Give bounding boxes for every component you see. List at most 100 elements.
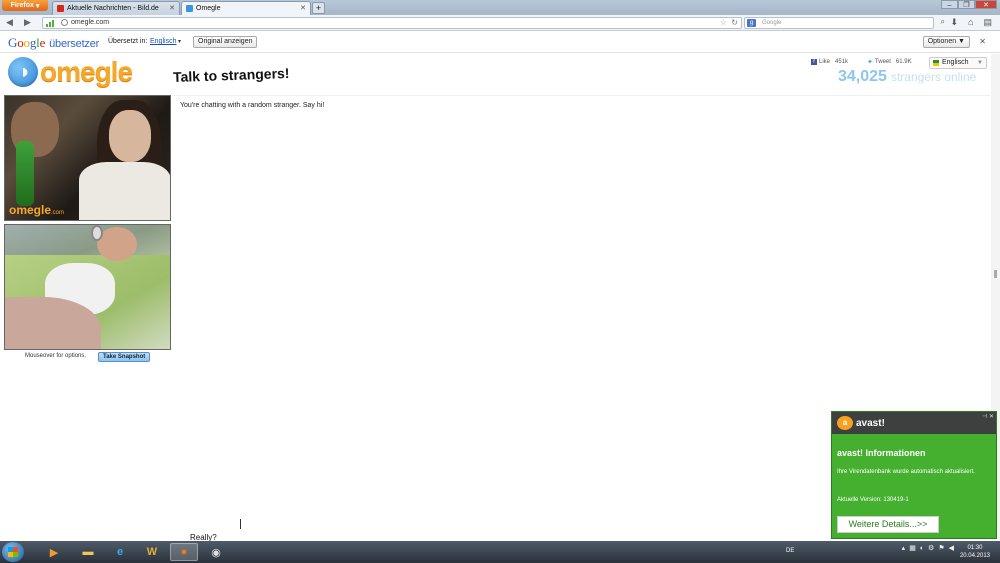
avast-notification: a avast! ⊣ ✕ avast! Informationen Ihre V… <box>831 411 997 539</box>
signal-bars-icon <box>46 20 56 27</box>
own-video[interactable] <box>4 224 171 350</box>
avast-heading: avast! Informationen <box>837 448 926 458</box>
screen: Firefox ▾ Aktuelle Nachrichten - Bild.de … <box>0 0 1000 563</box>
clock[interactable]: 01:30 20.04.2013 <box>960 544 990 560</box>
pin-close-icon[interactable]: ⊣ ✕ <box>982 413 994 420</box>
toolbar-icons: ⬇ ⌂ ▤ <box>951 17 993 28</box>
video-person-shirt <box>79 162 170 220</box>
options-button[interactable]: Optionen ▼ <box>922 36 970 48</box>
chat-status-message: You're chatting with a random stranger. … <box>180 102 325 109</box>
avast-details-button[interactable]: Weitere Details...>> <box>837 516 939 533</box>
chevron-down-icon: ▼ <box>977 60 983 66</box>
omegle-logo[interactable]: ◑ omegle <box>8 56 133 88</box>
tweet-count: 61.9K <box>895 59 912 65</box>
globe-icon <box>61 19 68 26</box>
settings-tray-icon[interactable]: ⚙ <box>928 544 934 552</box>
tab-bild[interactable]: Aktuelle Nachrichten - Bild.de ✕ <box>52 1 180 15</box>
tray-arrow-icon[interactable]: ▴ <box>902 544 906 552</box>
browser-titlebar: Firefox ▾ Aktuelle Nachrichten - Bild.de … <box>0 0 1000 15</box>
close-tab-icon[interactable]: ✕ <box>300 4 306 12</box>
tweet-label: Tweet <box>874 59 891 65</box>
search-placeholder: Google <box>762 20 782 26</box>
firefox-menu-button[interactable]: Firefox ▾ <box>2 0 48 11</box>
input-language-indicator[interactable]: DE <box>786 548 794 554</box>
video-person-face <box>97 227 137 261</box>
twitter-bird-icon: ✦ <box>867 59 873 66</box>
omegle-favicon-icon <box>186 5 193 12</box>
reload-icon[interactable]: ↻ <box>731 18 738 28</box>
google-translate-logo: Google übersetzer <box>8 35 99 51</box>
bild-favicon-icon <box>57 5 64 12</box>
chevron-down-icon[interactable]: ▾ <box>178 38 181 45</box>
url-bar[interactable]: omegle.com ☆ ↻ <box>42 17 742 29</box>
close-window-icon[interactable]: ✕ <box>975 0 997 9</box>
translated-to-label: Übersetzt in: <box>108 38 148 45</box>
chat-input-caret[interactable] <box>240 519 241 529</box>
media-player-icon[interactable]: ▶ <box>40 543 68 561</box>
logo-letter: G <box>8 35 18 50</box>
firefox-menu-label: Firefox <box>10 2 34 9</box>
online-count: 34,025 <box>838 68 887 85</box>
translate-language-link[interactable]: Englisch <box>150 38 176 45</box>
warcraft-icon[interactable]: W <box>138 543 166 561</box>
windows-taskbar: ▶ ▬ e W ● ◉ DE ▴ ▦ ◐ ⚙ ⚑ ◀ 01:30 20.04.2… <box>0 541 1000 563</box>
bookmarks-menu-icon[interactable]: ▤ <box>983 17 992 28</box>
navigation-bar: ◀ ▶ omegle.com ☆ ↻ g Google ⌕ ⬇ ⌂ ▤ <box>0 15 1000 31</box>
flag-icon[interactable]: ⚑ <box>938 544 944 552</box>
new-tab-button[interactable]: + <box>312 2 325 14</box>
watermark-text: omegle <box>9 203 52 217</box>
stranger-video[interactable]: omegle.com <box>4 95 171 221</box>
home-icon[interactable]: ⌂ <box>968 17 973 28</box>
video-bottle <box>16 141 34 206</box>
omegle-ball-icon: ◑ <box>8 57 38 87</box>
show-original-button[interactable]: Original anzeigen <box>193 36 258 48</box>
search-input[interactable]: g Google ⌕ <box>744 17 945 29</box>
headphones <box>91 225 103 241</box>
social-buttons: f Like 451k ✦ Tweet 61.9K <box>811 58 912 66</box>
system-tray: ▴ ▦ ◐ ⚙ ⚑ ◀ <box>902 544 954 553</box>
tweet-button[interactable]: ✦ Tweet <box>867 58 891 66</box>
avast-title: avast! <box>856 417 885 429</box>
avast-tray-icon[interactable]: ◐ <box>920 545 924 552</box>
clock-time: 01:30 <box>967 545 983 551</box>
logo-wordmark: omegle <box>40 56 133 87</box>
minimize-icon[interactable]: – <box>941 0 958 9</box>
file-explorer-icon[interactable]: ▬ <box>74 543 102 561</box>
bookmark-star-icon[interactable]: ☆ <box>720 18 727 28</box>
language-flag-icon <box>933 60 939 66</box>
maximize-icon[interactable]: ❐ <box>958 0 975 9</box>
google-translate-bar: Google übersetzer Übersetzt in: Englisch … <box>0 32 1000 53</box>
download-icon[interactable]: ⬇ <box>951 17 959 28</box>
online-counter: 34,025 strangers online <box>838 68 976 86</box>
google-search-engine-icon[interactable]: g <box>747 19 756 27</box>
language-select-value: Englisch <box>942 59 969 66</box>
window-controls: – ❐ ✕ <box>941 0 997 9</box>
logo-letter: e <box>39 35 46 50</box>
tab-omegle[interactable]: Omegle ✕ <box>181 1 311 15</box>
take-snapshot-button[interactable]: Take Snapshot <box>98 352 151 362</box>
facebook-like-button[interactable]: f Like <box>811 59 830 65</box>
back-arrow-icon[interactable]: ◀ <box>6 17 13 28</box>
online-label: strangers online <box>890 70 977 84</box>
url-text: omegle.com <box>71 19 110 26</box>
avast-logo-icon: a <box>837 416 853 430</box>
forward-arrow-icon[interactable]: ▶ <box>24 17 31 28</box>
internet-explorer-icon[interactable]: e <box>106 543 134 561</box>
webcam-app-icon[interactable]: ◉ <box>202 543 230 561</box>
avast-header: a avast! ⊣ ✕ <box>832 412 996 434</box>
fb-like-label: Like <box>819 59 831 65</box>
network-icon[interactable]: ▦ <box>909 544 916 552</box>
scrollbar-thumb[interactable] <box>994 270 997 278</box>
chevron-down-icon: ▾ <box>35 2 40 10</box>
video-watermark: omegle.com <box>9 203 64 217</box>
close-tab-icon[interactable]: ✕ <box>169 4 175 12</box>
facebook-icon: f <box>811 59 817 65</box>
close-icon[interactable]: ✕ <box>979 37 986 46</box>
firefox-taskbar-icon[interactable]: ● <box>170 543 198 561</box>
volume-icon[interactable]: ◀ <box>949 544 954 552</box>
mouseover-hint: Mouseover for options. <box>25 353 87 359</box>
tab-label: Omegle <box>196 5 221 12</box>
start-button[interactable] <box>2 542 24 562</box>
avast-version: Aktuelle Version: 130419-1 <box>837 497 909 503</box>
search-icon[interactable]: ⌕ <box>941 17 945 27</box>
